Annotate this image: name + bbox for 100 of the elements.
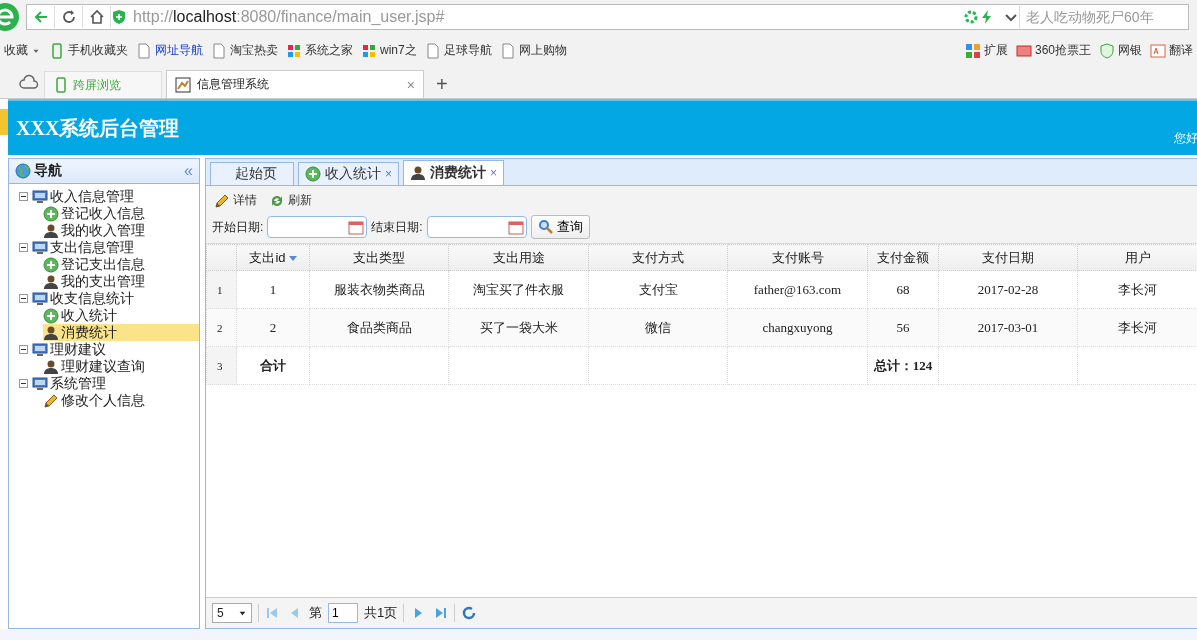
- pencil-icon: [43, 392, 59, 409]
- table-cell: changxuyong: [727, 308, 868, 347]
- content-tab[interactable]: 起始页: [210, 162, 294, 185]
- app-title: XXX系统后台管理: [15, 115, 180, 141]
- tree-item[interactable]: 收入信息管理: [50, 187, 134, 206]
- column-header[interactable]: 支出用途: [448, 244, 589, 271]
- bookmark-link[interactable]: 收藏: [4, 42, 41, 59]
- plus-circle-icon: [43, 205, 59, 222]
- close-tab-button[interactable]: ×: [406, 76, 415, 93]
- date-field[interactable]: [267, 216, 368, 238]
- tree-item[interactable]: 理财建议: [50, 340, 106, 359]
- window-logo-icon: [361, 42, 377, 59]
- table-cell: 2: [236, 308, 310, 347]
- collapse-toggle[interactable]: [19, 192, 28, 201]
- url-text: http://localhost:8080/finance/main_user.jsp#: [132, 8, 446, 26]
- address-bar[interactable]: http://localhost:8080/finance/main_user.jsp# 老人吃动物死尸60年: [26, 4, 1189, 30]
- collapse-toggle[interactable]: [19, 345, 28, 354]
- user-icon: [43, 222, 59, 239]
- date-label: 开始日期:: [212, 218, 264, 236]
- bookmark-link[interactable]: 足球导航: [424, 42, 492, 59]
- ticket-icon: [1015, 42, 1032, 59]
- column-header[interactable]: 支付方式: [588, 244, 728, 271]
- nav-title: 导航: [34, 162, 62, 180]
- calendar-icon: [348, 219, 365, 235]
- monitor-icon: [32, 239, 48, 256]
- extension-button[interactable]: 翻译: [1150, 42, 1193, 59]
- user-icon: [43, 324, 59, 341]
- grid-icon: [964, 42, 981, 59]
- bookmark-link[interactable]: 淘宝热卖: [211, 42, 278, 59]
- translate-icon: [1150, 42, 1166, 59]
- table-cell: 微信: [588, 308, 728, 347]
- column-header[interactable]: 支付账号: [727, 244, 868, 271]
- bookmark-link[interactable]: win7之: [361, 42, 417, 59]
- reload-icon: [60, 9, 77, 25]
- collapse-toggle[interactable]: [19, 294, 28, 303]
- tree-item[interactable]: 登记收入信息: [43, 205, 199, 222]
- date-label: 结束日期:: [371, 218, 423, 236]
- calendar-icon: [507, 219, 524, 235]
- extension-button[interactable]: 网银: [1099, 42, 1142, 59]
- row-number: 3: [206, 346, 237, 385]
- tree-item[interactable]: 我的收入管理: [43, 222, 199, 239]
- content-tab[interactable]: 消费统计 ×: [403, 160, 505, 185]
- table-cell: 56: [867, 308, 939, 347]
- extension-button[interactable]: 360抢票王: [1015, 42, 1091, 59]
- page-label: 第: [309, 604, 322, 622]
- tree-item[interactable]: 收支信息统计: [50, 289, 134, 308]
- column-header[interactable]: 支付日期: [938, 244, 1078, 271]
- bookmark-link[interactable]: 手机收藏夹: [49, 42, 128, 59]
- bookmark-link[interactable]: 系统之家: [286, 42, 353, 59]
- monitor-icon: [32, 375, 48, 392]
- row-number: 1: [206, 270, 237, 309]
- column-header[interactable]: 支付金额: [867, 244, 939, 271]
- tree-item[interactable]: 消费统计: [43, 324, 199, 341]
- phone-icon: [53, 77, 69, 93]
- column-header[interactable]: 支出id: [236, 244, 310, 271]
- plus-circle-icon: [305, 166, 321, 182]
- toolbar-button[interactable]: 刷新: [267, 190, 314, 211]
- page-total: 共1页: [364, 604, 398, 622]
- tree-item[interactable]: 收入统计: [43, 307, 199, 324]
- tree-item[interactable]: 我的支出管理: [43, 273, 199, 290]
- table-cell: 68: [867, 270, 939, 309]
- collapse-toggle[interactable]: [19, 379, 28, 388]
- table-cell: 2017-02-28: [938, 270, 1078, 309]
- collapse-toggle[interactable]: [19, 243, 28, 252]
- tree-item[interactable]: 支出信息管理: [50, 238, 134, 257]
- browser-tab[interactable]: 信息管理系统 ×: [166, 70, 424, 98]
- tree-item[interactable]: 系统管理: [50, 374, 106, 393]
- date-field[interactable]: [426, 216, 527, 238]
- window-logo-icon: [286, 42, 302, 59]
- spinner-icon: [963, 9, 979, 25]
- home-icon: [88, 9, 105, 25]
- extension-button[interactable]: 扩展: [964, 42, 1008, 59]
- column-header[interactable]: 用户: [1077, 244, 1197, 271]
- bookmark-link[interactable]: 网址导航: [136, 42, 203, 59]
- back-arrow-icon: [32, 9, 49, 25]
- page-size-select[interactable]: 5: [212, 603, 252, 623]
- toolbar-button[interactable]: 详情: [212, 190, 259, 211]
- page-icon: [424, 42, 441, 59]
- user-icon: [43, 273, 59, 290]
- new-tab-button[interactable]: +: [428, 73, 456, 98]
- plus-circle-icon: [43, 256, 59, 273]
- globe-icon: [15, 163, 31, 179]
- search-button[interactable]: 查询: [530, 215, 590, 239]
- table-cell: 李长河: [1077, 308, 1197, 347]
- monitor-icon: [32, 341, 48, 358]
- page-number-field[interactable]: 1: [328, 603, 358, 623]
- bookmark-link[interactable]: 网上购物: [499, 42, 567, 59]
- table-cell: 总计：124: [867, 346, 939, 385]
- table-cell: 买了一袋大米: [448, 308, 589, 347]
- content-tab[interactable]: 收入统计 ×: [298, 162, 399, 185]
- tree-item[interactable]: 登记支出信息: [43, 256, 199, 273]
- page-icon: [499, 42, 516, 59]
- shield-icon: [1099, 42, 1115, 59]
- page-icon: [136, 42, 152, 59]
- phone-icon: [49, 42, 65, 59]
- column-header[interactable]: 支出类型: [309, 244, 449, 271]
- tree-item[interactable]: 理财建议查询: [43, 358, 199, 375]
- table-cell: 2017-03-01: [938, 308, 1078, 347]
- monitor-icon: [32, 290, 48, 307]
- tree-item[interactable]: 修改个人信息: [43, 392, 199, 409]
